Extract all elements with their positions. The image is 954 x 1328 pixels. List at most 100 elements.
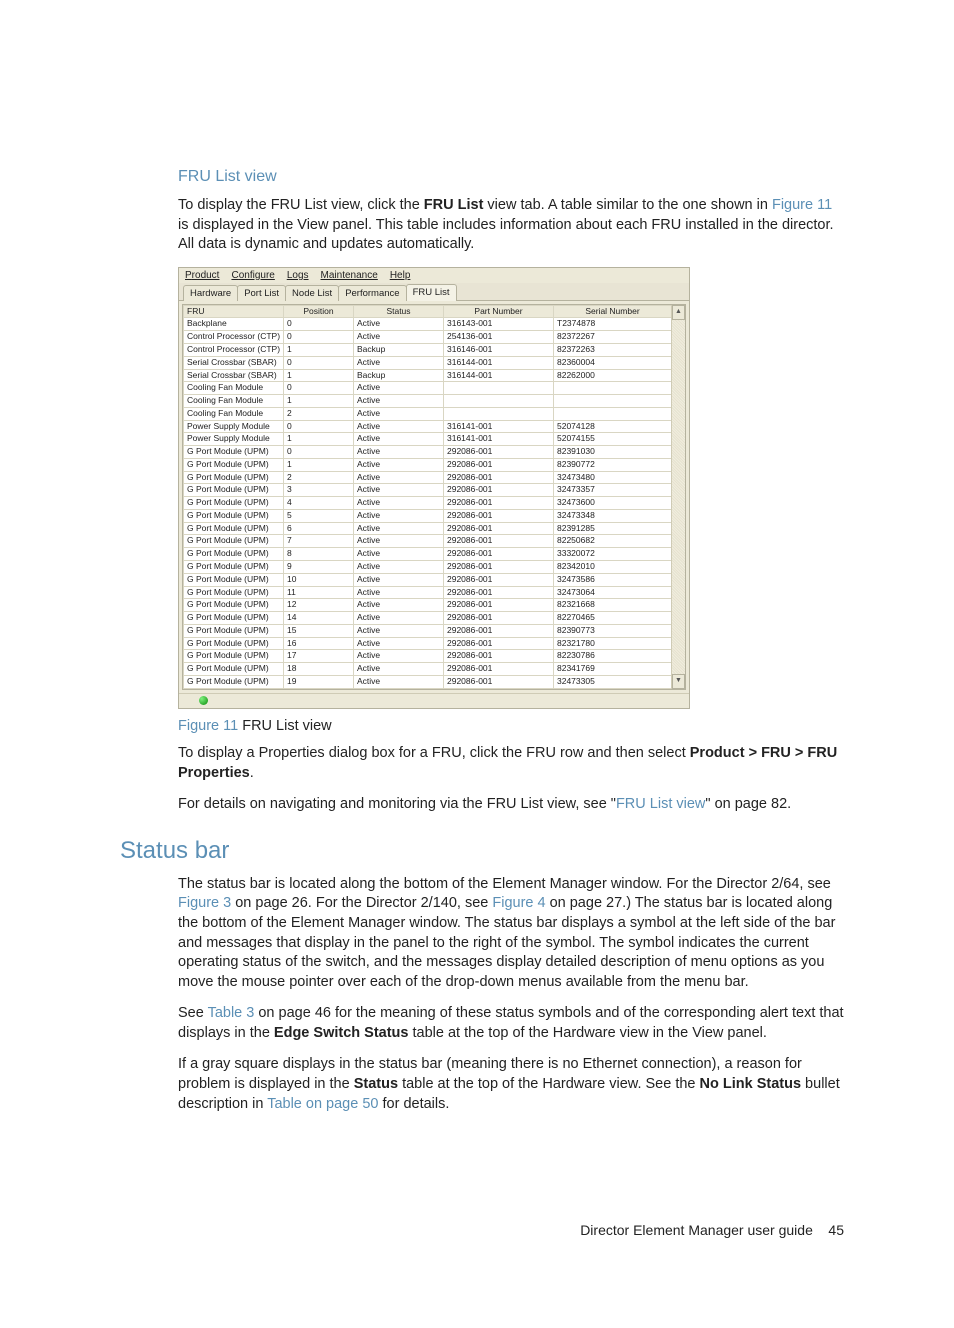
- table-row[interactable]: G Port Module (UPM)7Active292086-0018225…: [184, 535, 672, 548]
- cell-fru: G Port Module (UPM): [184, 637, 284, 650]
- table-row[interactable]: Control Processor (CTP)0Active254136-001…: [184, 331, 672, 344]
- column-header[interactable]: FRU: [184, 305, 284, 318]
- table-row[interactable]: G Port Module (UPM)12Active292086-001823…: [184, 599, 672, 612]
- cell-part: 292086-001: [444, 573, 554, 586]
- text: is displayed in the View panel. This tab…: [178, 217, 834, 253]
- column-header[interactable]: Part Number: [444, 305, 554, 318]
- table-row[interactable]: G Port Module (UPM)5Active292086-0013247…: [184, 509, 672, 522]
- scroll-up-icon[interactable]: ▲: [672, 305, 685, 320]
- footer-title: Director Element Manager user guide: [580, 1222, 813, 1238]
- cell-status: Active: [354, 458, 444, 471]
- scrollbar-vertical[interactable]: ▲ ▼: [671, 305, 685, 689]
- link-figure-3[interactable]: Figure 3: [178, 895, 231, 911]
- table-row[interactable]: G Port Module (UPM)2Active292086-0013247…: [184, 471, 672, 484]
- table-row[interactable]: Cooling Fan Module2Active: [184, 407, 672, 420]
- table-row[interactable]: Cooling Fan Module1Active: [184, 395, 672, 408]
- table-row[interactable]: G Port Module (UPM)18Active292086-001823…: [184, 663, 672, 676]
- column-header[interactable]: Serial Number: [554, 305, 672, 318]
- link-figure-11[interactable]: Figure 11: [772, 197, 832, 213]
- cell-pos: 0: [284, 420, 354, 433]
- text: table at the top of the Hardware view in…: [408, 1025, 766, 1041]
- column-header[interactable]: Status: [354, 305, 444, 318]
- table-row[interactable]: G Port Module (UPM)11Active292086-001324…: [184, 586, 672, 599]
- table-row[interactable]: Cooling Fan Module0Active: [184, 382, 672, 395]
- cell-fru: G Port Module (UPM): [184, 675, 284, 688]
- link-table-3[interactable]: Table 3: [208, 1005, 255, 1021]
- cell-part: 292086-001: [444, 509, 554, 522]
- cell-pos: 0: [284, 382, 354, 395]
- table-row[interactable]: G Port Module (UPM)9Active292086-0018234…: [184, 561, 672, 574]
- table-row[interactable]: Power Supply Module1Active316141-0015207…: [184, 433, 672, 446]
- table-row[interactable]: Backplane0Active316143-001T2374878: [184, 318, 672, 331]
- text: table at the top of the Hardware view. S…: [398, 1076, 699, 1092]
- cell-part: 292086-001: [444, 663, 554, 676]
- table-row[interactable]: G Port Module (UPM)4Active292086-0013247…: [184, 497, 672, 510]
- cell-fru: G Port Module (UPM): [184, 663, 284, 676]
- table-row[interactable]: G Port Module (UPM)8Active292086-0013332…: [184, 548, 672, 561]
- cell-serial: 82270465: [554, 612, 672, 625]
- cell-serial: 82262000: [554, 369, 672, 382]
- cell-fru: Cooling Fan Module: [184, 395, 284, 408]
- cell-status: Active: [354, 586, 444, 599]
- cell-part: 292086-001: [444, 446, 554, 459]
- cell-part: 254136-001: [444, 331, 554, 344]
- table-row[interactable]: G Port Module (UPM)6Active292086-0018239…: [184, 522, 672, 535]
- menu-help[interactable]: Help: [390, 270, 411, 281]
- cell-status: Active: [354, 535, 444, 548]
- link-fru-list-view[interactable]: FRU List view: [616, 796, 705, 812]
- text-bold: Status: [354, 1076, 398, 1092]
- tab-node-list[interactable]: Node List: [285, 285, 339, 301]
- table-row[interactable]: G Port Module (UPM)16Active292086-001823…: [184, 637, 672, 650]
- cell-pos: 18: [284, 663, 354, 676]
- table-row[interactable]: Control Processor (CTP)1Backup316146-001…: [184, 343, 672, 356]
- menu-logs[interactable]: Logs: [287, 270, 309, 281]
- cell-fru: G Port Module (UPM): [184, 548, 284, 561]
- menu-maintenance[interactable]: Maintenance: [321, 270, 378, 281]
- cell-status: Active: [354, 318, 444, 331]
- paragraph-statusbar-3: If a gray square displays in the status …: [178, 1055, 844, 1114]
- cell-part: 292086-001: [444, 561, 554, 574]
- cell-pos: 15: [284, 624, 354, 637]
- table-row[interactable]: G Port Module (UPM)0Active292086-0018239…: [184, 446, 672, 459]
- cell-fru: Backplane: [184, 318, 284, 331]
- table-row[interactable]: G Port Module (UPM)14Active292086-001822…: [184, 612, 672, 625]
- cell-status: Active: [354, 484, 444, 497]
- link-figure-4[interactable]: Figure 4: [492, 895, 545, 911]
- text-bold: No Link Status: [700, 1076, 802, 1092]
- cell-pos: 8: [284, 548, 354, 561]
- cell-serial: 82390773: [554, 624, 672, 637]
- cell-serial: 52074128: [554, 420, 672, 433]
- cell-status: Active: [354, 382, 444, 395]
- table-row[interactable]: Serial Crossbar (SBAR)1Backup316144-0018…: [184, 369, 672, 382]
- tab-port-list[interactable]: Port List: [237, 285, 286, 301]
- cell-fru: Serial Crossbar (SBAR): [184, 369, 284, 382]
- scroll-track[interactable]: [672, 320, 685, 674]
- tab-performance[interactable]: Performance: [338, 285, 406, 301]
- cell-part: 292086-001: [444, 675, 554, 688]
- cell-status: Active: [354, 675, 444, 688]
- cell-fru: Power Supply Module: [184, 420, 284, 433]
- table-row[interactable]: G Port Module (UPM)15Active292086-001823…: [184, 624, 672, 637]
- cell-serial: 32473480: [554, 471, 672, 484]
- table-row[interactable]: Serial Crossbar (SBAR)0Active316144-0018…: [184, 356, 672, 369]
- scroll-down-icon[interactable]: ▼: [672, 674, 685, 689]
- cell-serial: 32473586: [554, 573, 672, 586]
- table-row[interactable]: G Port Module (UPM)10Active292086-001324…: [184, 573, 672, 586]
- link-table-page-50[interactable]: Table on page 50: [267, 1096, 378, 1112]
- table-row[interactable]: G Port Module (UPM)19Active292086-001324…: [184, 675, 672, 688]
- column-header[interactable]: Position: [284, 305, 354, 318]
- cell-part: 316141-001: [444, 433, 554, 446]
- tab-fru-list[interactable]: FRU List: [406, 284, 457, 301]
- cell-pos: 6: [284, 522, 354, 535]
- table-row[interactable]: G Port Module (UPM)17Active292086-001822…: [184, 650, 672, 663]
- cell-serial: 82250682: [554, 535, 672, 548]
- text: for details.: [378, 1096, 449, 1112]
- table-row[interactable]: Power Supply Module0Active316141-0015207…: [184, 420, 672, 433]
- menu-product[interactable]: Product: [185, 270, 219, 281]
- menu-configure[interactable]: Configure: [231, 270, 274, 281]
- tab-hardware[interactable]: Hardware: [183, 285, 238, 301]
- cell-status: Active: [354, 548, 444, 561]
- table-row[interactable]: G Port Module (UPM)3Active292086-0013247…: [184, 484, 672, 497]
- cell-serial: 82341769: [554, 663, 672, 676]
- table-row[interactable]: G Port Module (UPM)1Active292086-0018239…: [184, 458, 672, 471]
